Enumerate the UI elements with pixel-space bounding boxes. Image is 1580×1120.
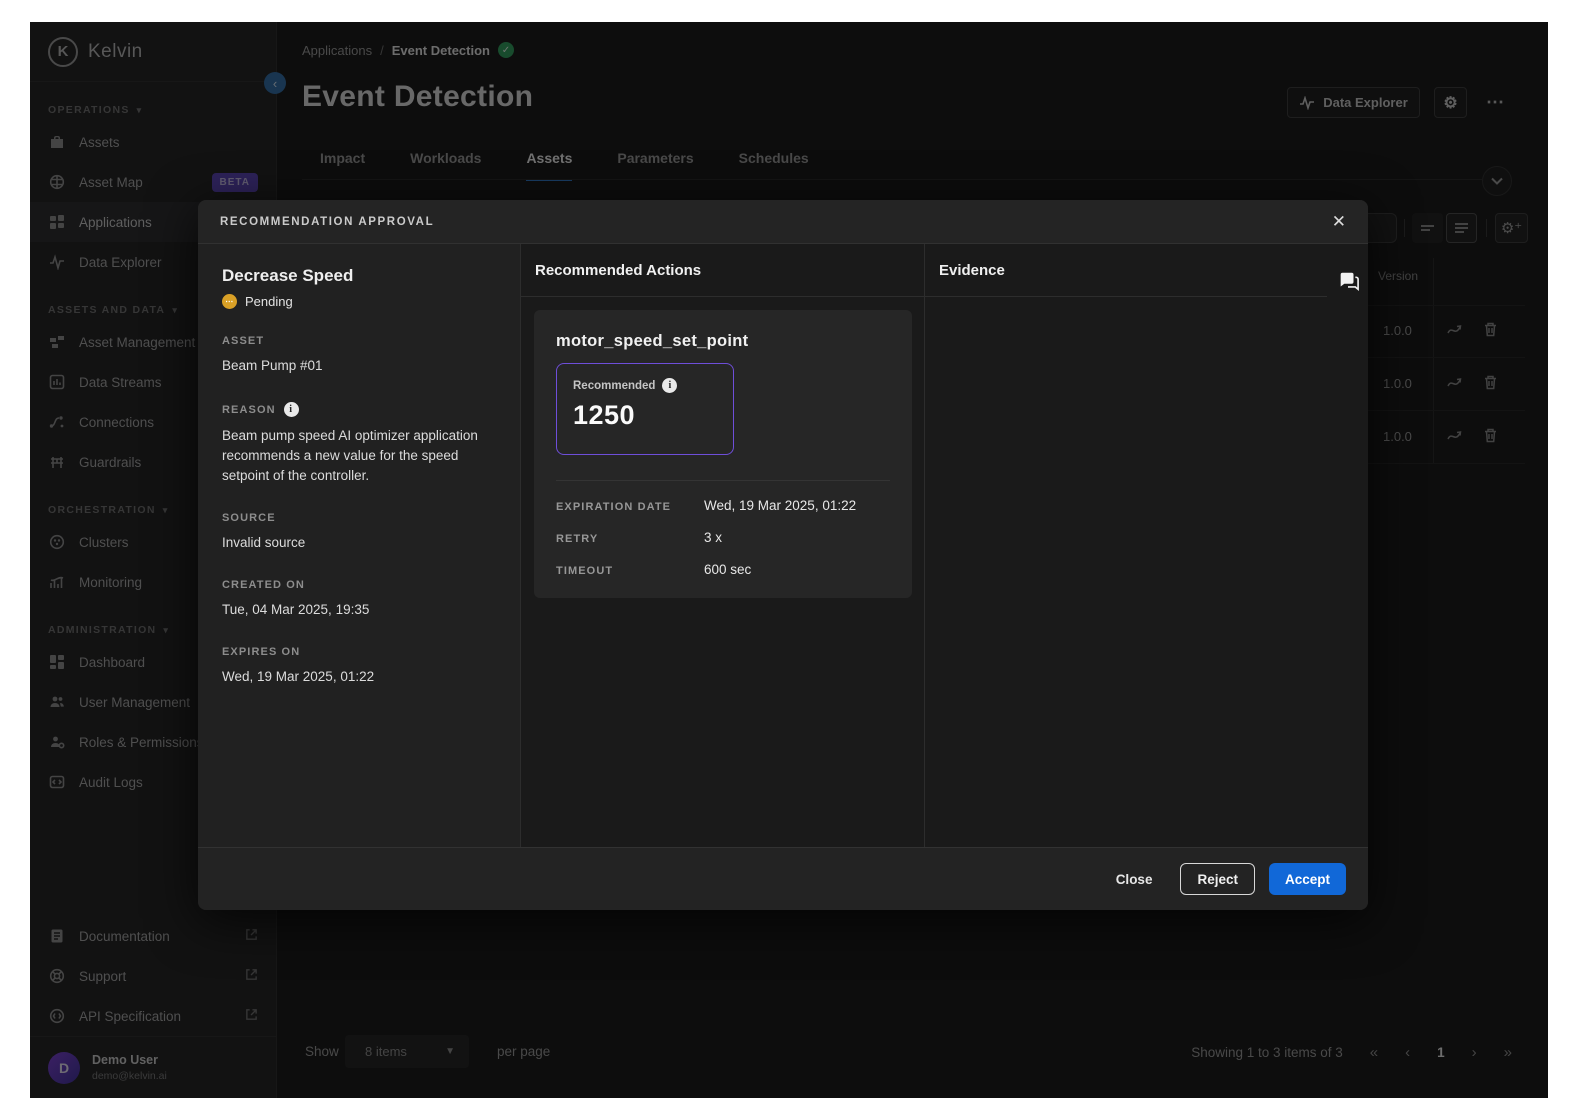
- reject-button[interactable]: Reject: [1180, 863, 1255, 895]
- comments-button[interactable]: [1337, 270, 1359, 297]
- modal-body: Decrease Speed ⋯ Pending ASSET Beam Pump…: [198, 244, 1368, 847]
- pending-status-icon: ⋯: [222, 294, 237, 309]
- reason-value: Beam pump speed AI optimizer application…: [222, 426, 488, 486]
- retry-value: 3 x: [704, 530, 722, 545]
- timeout-row: TIMEOUT 600 sec: [556, 562, 890, 577]
- card-divider: [556, 480, 890, 481]
- asset-value: Beam Pump #01: [222, 356, 496, 376]
- source-value: Invalid source: [222, 533, 496, 553]
- recommended-value: 1250: [573, 400, 717, 431]
- app-window: K Kelvin OPERATIONS▾ Assets Asset Map BE…: [30, 22, 1548, 1098]
- modal-side-strip: [1327, 244, 1368, 847]
- close-button[interactable]: Close: [1102, 863, 1167, 895]
- expiration-date-label: EXPIRATION DATE: [556, 501, 704, 513]
- setpoint-name: motor_speed_set_point: [556, 332, 890, 351]
- timeout-value: 600 sec: [704, 562, 751, 577]
- modal-footer: Close Reject Accept: [198, 847, 1368, 910]
- recommended-actions-header: Recommended Actions: [521, 244, 924, 297]
- close-icon[interactable]: ✕: [1326, 208, 1352, 236]
- reason-label: REASON i: [222, 402, 496, 417]
- recommendation-details-panel: Decrease Speed ⋯ Pending ASSET Beam Pump…: [198, 244, 520, 847]
- evidence-header: Evidence: [925, 244, 1327, 297]
- timeout-label: TIMEOUT: [556, 565, 704, 577]
- evidence-panel: Evidence: [924, 244, 1327, 847]
- recommended-label: Recommended: [573, 380, 655, 392]
- retry-row: RETRY 3 x: [556, 530, 890, 545]
- retry-label: RETRY: [556, 533, 704, 545]
- expiration-date-value: Wed, 19 Mar 2025, 01:22: [704, 498, 856, 513]
- accept-button[interactable]: Accept: [1269, 863, 1346, 895]
- info-icon[interactable]: i: [662, 378, 677, 393]
- expiration-date-row: EXPIRATION DATE Wed, 19 Mar 2025, 01:22: [556, 498, 890, 513]
- created-on-label: CREATED ON: [222, 579, 496, 591]
- recommended-value-box: Recommended i 1250: [556, 363, 734, 455]
- modal-title: RECOMMENDATION APPROVAL: [220, 216, 434, 228]
- action-card: motor_speed_set_point Recommended i 1250…: [534, 310, 912, 598]
- recommended-actions-panel: Recommended Actions motor_speed_set_poin…: [520, 244, 924, 847]
- source-label: SOURCE: [222, 512, 496, 524]
- recommendation-approval-modal: RECOMMENDATION APPROVAL ✕ Decrease Speed…: [198, 200, 1368, 910]
- info-icon[interactable]: i: [284, 402, 299, 417]
- status-badge: ⋯ Pending: [222, 294, 496, 309]
- expires-on-label: EXPIRES ON: [222, 646, 496, 658]
- comments-icon: [1337, 270, 1359, 292]
- recommendation-name: Decrease Speed: [222, 266, 496, 286]
- modal-header: RECOMMENDATION APPROVAL ✕: [198, 200, 1368, 244]
- expires-on-value: Wed, 19 Mar 2025, 01:22: [222, 667, 496, 687]
- created-on-value: Tue, 04 Mar 2025, 19:35: [222, 600, 496, 620]
- asset-label: ASSET: [222, 335, 496, 347]
- status-label: Pending: [245, 294, 293, 309]
